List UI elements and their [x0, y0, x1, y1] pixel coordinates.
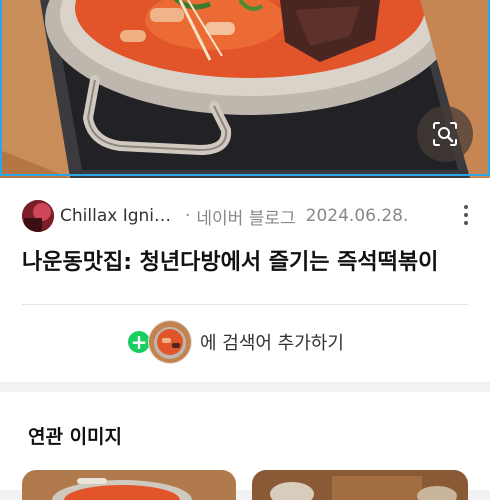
- add-keyword-button[interactable]: + 에 검색어 추가하기: [128, 320, 344, 364]
- hero-image[interactable]: [0, 0, 490, 178]
- post-date: 2024.06.28.: [305, 206, 409, 226]
- plus-icon: +: [128, 331, 150, 353]
- add-keyword-label: 에 검색어 추가하기: [200, 333, 344, 354]
- result-card: Chillax Igni… · 네이버 블로그 2024.06.28. 나운동맛…: [0, 178, 490, 382]
- source-name[interactable]: 네이버 블로그: [196, 204, 295, 229]
- selection-frame: [0, 0, 490, 176]
- related-images-section: 연관 이미지: [0, 392, 490, 500]
- related-images-title: 연관 이미지: [28, 426, 123, 448]
- separator: ·: [185, 206, 191, 226]
- author-avatar[interactable]: [22, 200, 54, 232]
- source-row: Chillax Igni… · 네이버 블로그 2024.06.28.: [22, 200, 472, 232]
- keyword-thumbnail: [148, 320, 192, 364]
- more-vertical-icon[interactable]: [460, 202, 472, 228]
- divider: [22, 304, 468, 305]
- avatar-image: [22, 200, 54, 232]
- related-image-2[interactable]: [252, 470, 468, 500]
- lens-search-icon: [433, 122, 457, 146]
- result-title[interactable]: 나운동맛집: 청년다방에서 즐기는 즉석떡볶이: [22, 244, 472, 276]
- author-name[interactable]: Chillax Igni…: [60, 206, 171, 226]
- related-image-1[interactable]: [22, 470, 236, 500]
- lens-search-button[interactable]: [417, 106, 473, 162]
